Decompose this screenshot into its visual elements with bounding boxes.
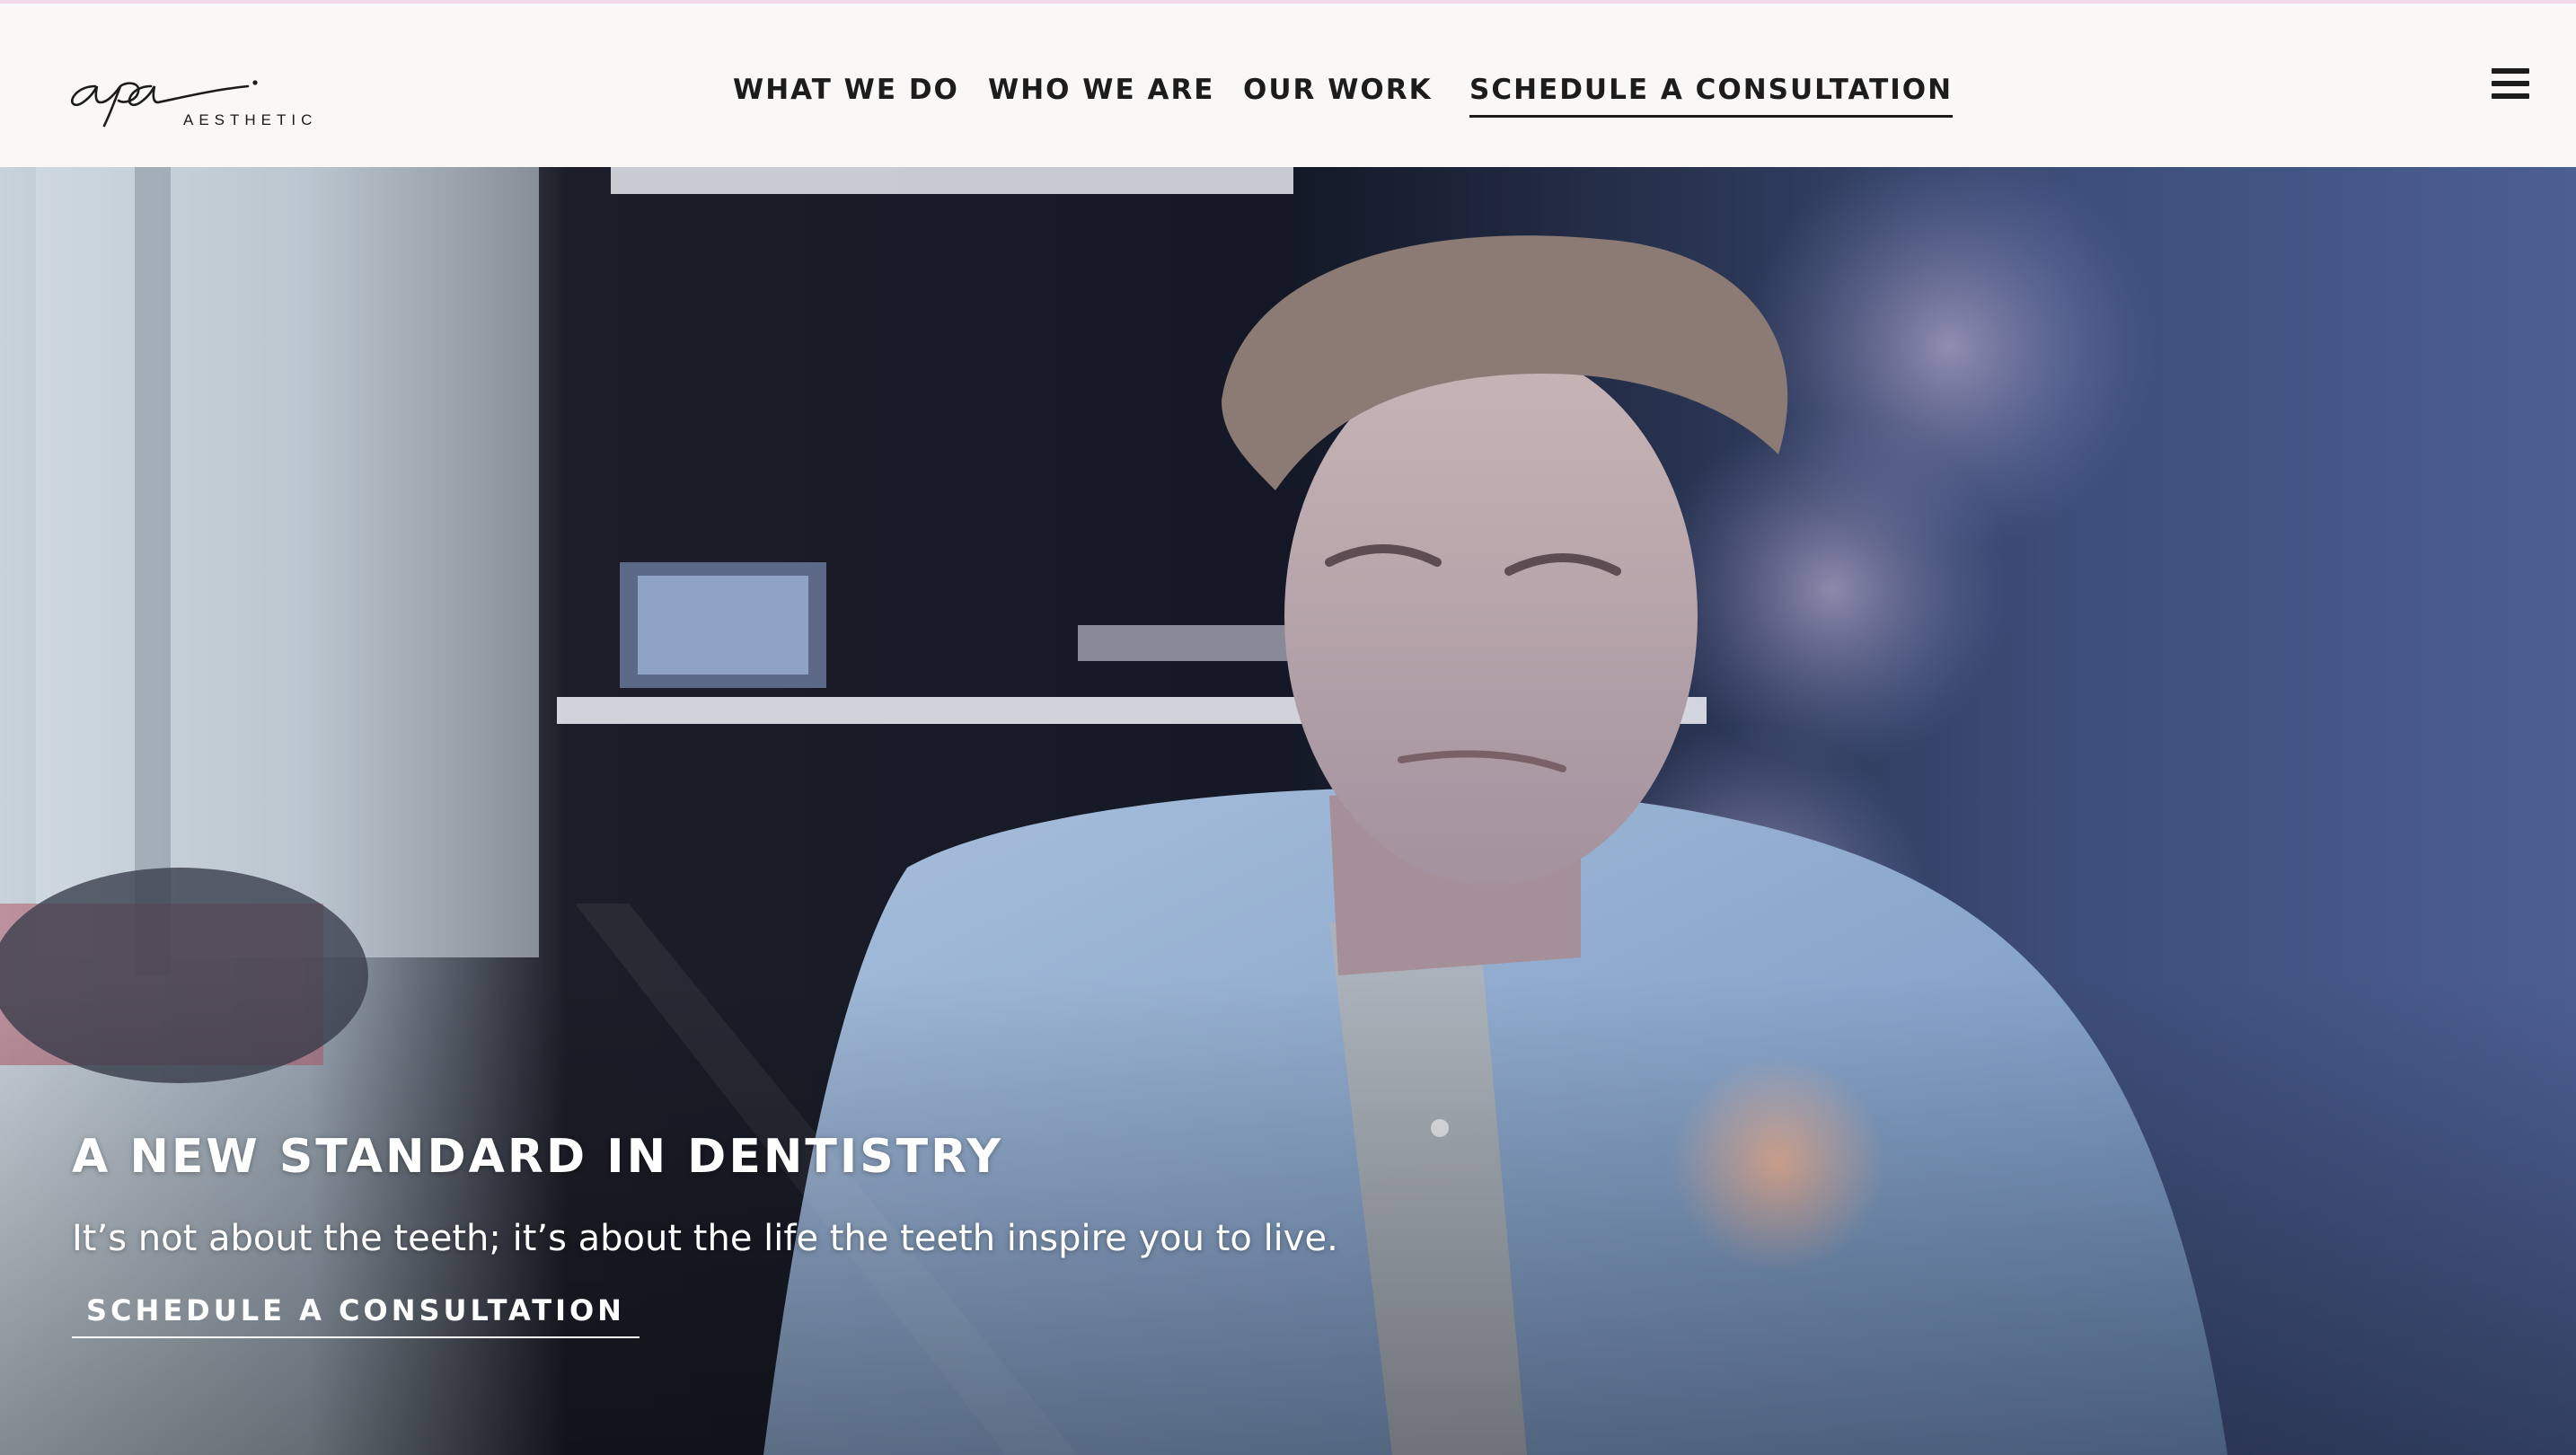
- page: AESTHETIC WHAT WE DO WHO WE ARE OUR WORK…: [0, 0, 2576, 1455]
- site-header: AESTHETIC WHAT WE DO WHO WE ARE OUR WORK…: [0, 4, 2576, 167]
- main-nav: WHAT WE DO WHO WE ARE OUR WORK SCHEDULE …: [0, 4, 2576, 167]
- hero-section: A NEW STANDARD IN DENTISTRY It’s not abo…: [0, 167, 2576, 1455]
- nav-our-work[interactable]: OUR WORK: [1243, 74, 1433, 106]
- nav-schedule-consultation[interactable]: SCHEDULE A CONSULTATION: [1469, 74, 1954, 118]
- hero-text-block: A NEW STANDARD IN DENTISTRY It’s not abo…: [72, 1130, 1509, 1338]
- hero-subheadline: It’s not about the teeth; it’s about the…: [72, 1218, 1338, 1259]
- hero-schedule-consultation-button[interactable]: SCHEDULE A CONSULTATION: [72, 1293, 640, 1338]
- menu-bar: [2492, 68, 2529, 74]
- menu-bar: [2492, 93, 2529, 99]
- nav-who-we-are[interactable]: WHO WE ARE: [988, 74, 1215, 106]
- menu-bar: [2492, 81, 2529, 86]
- nav-what-we-do[interactable]: WHAT WE DO: [733, 74, 959, 106]
- hamburger-menu-icon[interactable]: [2492, 68, 2529, 99]
- hero-headline: A NEW STANDARD IN DENTISTRY: [72, 1130, 1003, 1184]
